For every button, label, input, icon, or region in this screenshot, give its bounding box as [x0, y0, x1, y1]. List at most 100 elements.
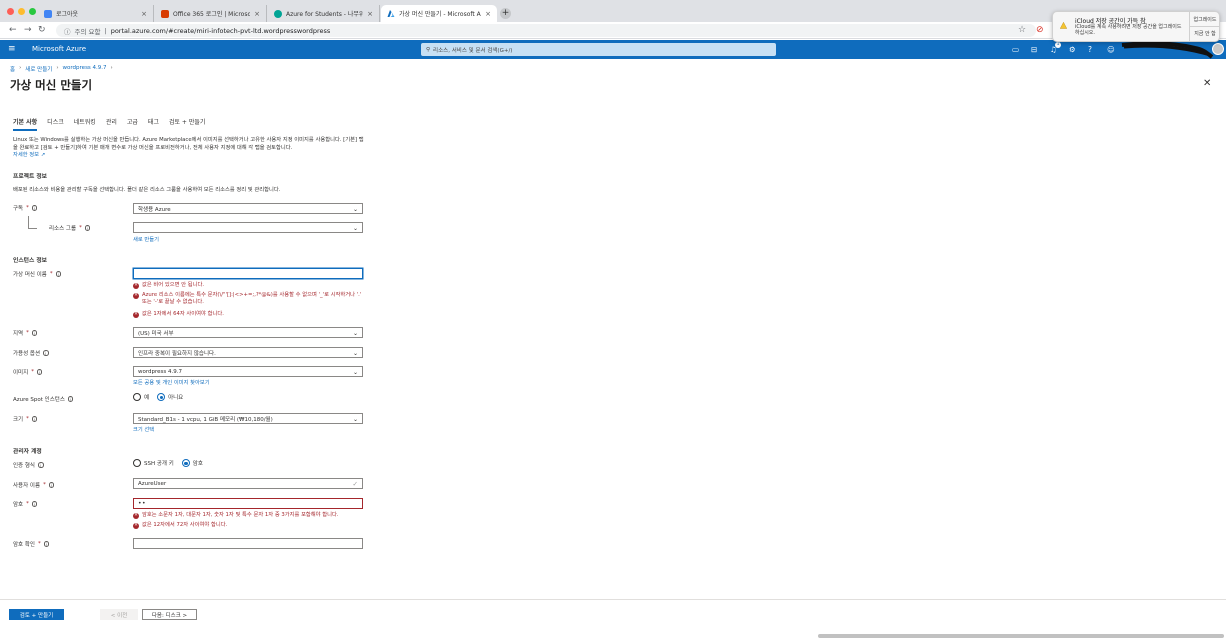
breadcrumb-wordpress[interactable]: wordpress 4.9.7	[63, 65, 107, 73]
reload-icon[interactable]: ↻	[38, 25, 46, 35]
label-text: 암호	[13, 502, 24, 508]
chevron-down-icon: ⌄	[352, 206, 358, 213]
option-label: SSH 공개 키	[144, 461, 174, 467]
info-icon[interactable]: i	[84, 225, 91, 231]
horizontal-scrollbar[interactable]	[818, 634, 1224, 638]
new-tab-button[interactable]: +	[500, 8, 511, 19]
subscription-select[interactable]: 학생용 Azure ⌄	[133, 203, 363, 214]
tab-tags[interactable]: 태그	[148, 117, 159, 131]
radio-button[interactable]	[133, 459, 141, 467]
hamburger-menu-icon[interactable]: ≡	[8, 44, 16, 54]
close-tab-icon[interactable]: ×	[254, 10, 260, 18]
directory-filter-icon[interactable]: ⊟	[1031, 45, 1037, 54]
spot-no-option[interactable]: 아니요	[157, 393, 183, 401]
tab-management[interactable]: 관리	[106, 117, 117, 131]
next-disks-button[interactable]: 다음: 디스크 >	[142, 609, 197, 620]
tab-label: 가상 머신 만들기 - Microsoft Azu	[399, 11, 482, 18]
bookmark-star-icon[interactable]: ☆	[1018, 25, 1026, 35]
upgrade-button[interactable]: 업그레이드	[1190, 16, 1220, 23]
auth-ssh-option[interactable]: SSH 공개 키	[133, 459, 174, 467]
user-avatar[interactable]	[1212, 43, 1224, 55]
address-bar[interactable]: ⓘ 주의 요함 | portal.azure.com/#create/miri-…	[56, 24, 1036, 37]
info-icon[interactable]: i	[31, 501, 38, 507]
azure-favicon-icon	[387, 9, 395, 18]
previous-button[interactable]: < 이전	[100, 609, 138, 620]
tab-review-create[interactable]: 검토 + 만들기	[169, 117, 205, 131]
image-select[interactable]: wordpress 4.9.7 ⌄	[133, 366, 363, 377]
close-tab-icon[interactable]: ×	[485, 10, 491, 18]
browser-tab-azure[interactable]: 가상 머신 만들기 - Microsoft Azu ×	[381, 5, 497, 22]
info-icon[interactable]: i	[36, 369, 43, 375]
cloud-shell-icon[interactable]: ▭	[1012, 45, 1019, 54]
password-input[interactable]: ••	[133, 498, 363, 509]
browser-tab-office[interactable]: Office 365 로그인 | Microsoft O ×	[155, 5, 267, 22]
select-size-link[interactable]: 크기 선택	[133, 425, 154, 433]
review-create-button[interactable]: 검토 + 만들기	[9, 609, 64, 620]
error-icon: ✕	[133, 282, 139, 289]
breadcrumb-create[interactable]: 새로 만들기	[25, 65, 52, 73]
settings-gear-icon[interactable]: ⚙	[1069, 45, 1076, 54]
radio-button[interactable]	[133, 393, 141, 401]
vm-name-input[interactable]	[133, 268, 363, 279]
close-tab-icon[interactable]: ×	[367, 10, 373, 18]
size-select[interactable]: Standard_B1s - 1 vcpu, 1 GiB 메모리 (₩10,18…	[133, 413, 363, 424]
auth-password-option[interactable]: 암호	[181, 459, 203, 467]
password-error: ✕ 값은 12자에서 72자 사이여야 합니다.	[133, 522, 365, 529]
confirm-password-label: 암호 확인 * i	[13, 540, 50, 548]
error-icon: ✕	[133, 311, 139, 318]
option-label: 예	[144, 395, 150, 401]
help-icon[interactable]: ?	[1088, 45, 1092, 54]
tab-basics[interactable]: 기본 사항	[13, 117, 38, 131]
spot-yes-option[interactable]: 예	[133, 393, 149, 401]
error-text: Azure 리소스 이름에는 특수 문자(\/"'[]:|<>+=;,?*@&)…	[142, 292, 362, 305]
close-tab-icon[interactable]: ×	[141, 10, 147, 18]
info-icon[interactable]: i	[55, 271, 62, 277]
info-icon[interactable]: i	[67, 396, 74, 402]
breadcrumb-home[interactable]: 홈	[10, 65, 15, 73]
learn-more-link[interactable]: 자세한 정보	[13, 152, 39, 158]
not-now-button[interactable]: 지금 안 함	[1190, 30, 1220, 37]
intro-text: Linux 또는 Windows를 실행하는 가상 머신을 만듭니다. Azur…	[13, 137, 368, 160]
external-link-icon: ↗	[40, 152, 46, 158]
create-new-rg-link[interactable]: 새로 만들기	[133, 235, 159, 243]
warning-icon: ⓘ	[64, 27, 71, 36]
resource-group-select[interactable]: ⌄	[133, 222, 363, 233]
close-blade-icon[interactable]: ✕	[1203, 78, 1211, 89]
info-icon[interactable]: i	[48, 482, 55, 488]
global-search-input[interactable]: ⚲ 리소스, 서비스 및 문서 검색(G+/)	[421, 43, 776, 56]
required-asterisk: *	[49, 271, 53, 277]
radio-button[interactable]	[181, 459, 190, 467]
availability-select[interactable]: 인프라 중복이 필요하지 않습니다. ⌄	[133, 347, 363, 358]
tab-advanced[interactable]: 고급	[127, 117, 138, 131]
username-input[interactable]: AzureUser ✓	[133, 478, 363, 489]
azure-brand[interactable]: Microsoft Azure	[32, 45, 86, 53]
minimize-window-button[interactable]	[18, 8, 25, 15]
chevron-right-icon: ›	[19, 65, 22, 71]
extension-icon[interactable]: ⊘	[1036, 25, 1044, 35]
label-text: 크기	[13, 417, 24, 423]
azure-header: ≡ Microsoft Azure ⚲ 리소스, 서비스 및 문서 검색(G+/…	[0, 40, 1226, 59]
info-icon[interactable]: i	[38, 462, 44, 468]
confirm-password-input[interactable]	[133, 538, 363, 549]
label-text: 지역	[13, 331, 24, 337]
browser-tab-logout[interactable]: 로그아웃 ×	[38, 5, 154, 22]
close-window-button[interactable]	[7, 8, 14, 15]
forward-arrow-icon[interactable]: →	[24, 25, 32, 35]
browser-tab-namuwiki[interactable]: Azure for Students - 나무위키 ×	[268, 5, 380, 22]
info-icon[interactable]: i	[31, 416, 38, 422]
maximize-window-button[interactable]	[29, 8, 36, 15]
feedback-smiley-icon[interactable]: ☺	[1107, 45, 1115, 54]
tab-networking[interactable]: 네트워킹	[74, 117, 96, 131]
browse-images-link[interactable]: 모든 공용 및 개인 이미지 찾아보기	[133, 378, 210, 386]
back-arrow-icon[interactable]: ←	[9, 25, 17, 35]
radio-button[interactable]	[157, 393, 166, 401]
namuwiki-favicon-icon	[274, 9, 282, 18]
info-icon[interactable]: i	[43, 541, 50, 547]
label-text: 구독	[13, 206, 24, 212]
info-icon[interactable]: i	[31, 330, 38, 336]
info-icon[interactable]: i	[31, 205, 38, 211]
tab-disks[interactable]: 디스크	[47, 117, 64, 131]
region-select[interactable]: (US) 미국 서부 ⌄	[133, 327, 363, 338]
info-icon[interactable]: i	[43, 350, 49, 356]
select-value: 학생용 Azure	[138, 206, 171, 213]
